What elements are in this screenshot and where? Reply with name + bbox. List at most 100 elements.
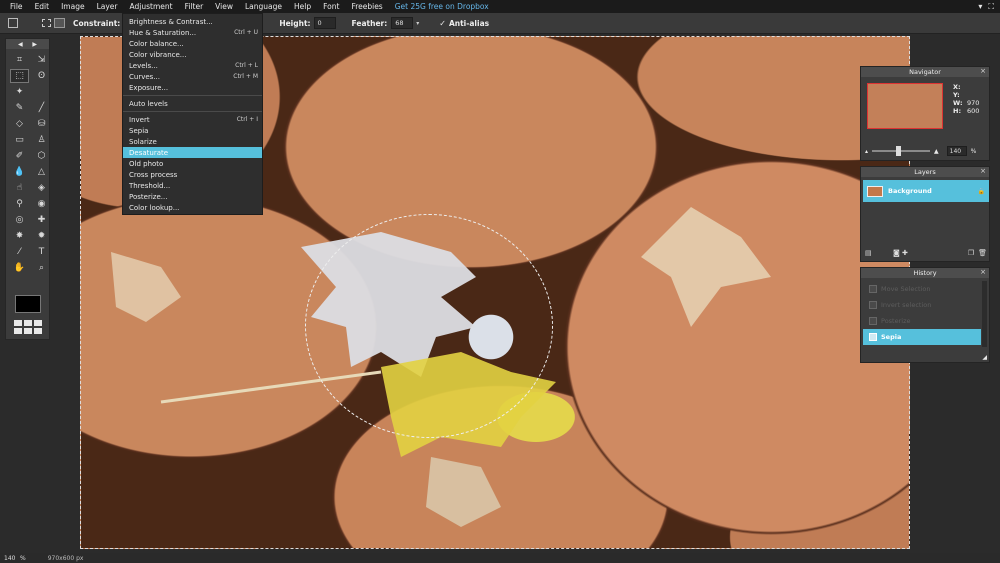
menu-item-posterize[interactable]: Posterize... [123,191,262,202]
zoom-tool-icon[interactable]: ⌕ [32,261,51,275]
menu-item-cross-process[interactable]: Cross process [123,169,262,180]
menu-filter[interactable]: Filter [185,2,204,11]
history-item[interactable]: Invert selection [863,297,981,313]
menu-item-curves[interactable]: Curves... Ctrl + M [123,71,262,82]
menu-freebies[interactable]: Freebies [351,2,382,11]
history-item-selected[interactable]: Sepia [863,329,981,345]
sponge-tool-icon[interactable]: ◈ [32,181,51,195]
tool-preset-icon[interactable] [8,18,18,28]
layer-settings-icon[interactable]: ▤ [865,249,872,259]
blur-tool-icon[interactable]: 💧 [10,165,29,179]
marquee-tool-icon[interactable]: ⬚ [10,69,29,83]
menu-item-threshold[interactable]: Threshold... [123,180,262,191]
zoom-out-icon[interactable]: ▴ [865,148,868,155]
blank-tool-slot [32,85,51,99]
resize-grip-icon[interactable]: ◢ [982,354,987,361]
height-input[interactable]: 0 [313,17,336,29]
menu-layer[interactable]: Layer [97,2,118,11]
history-item[interactable]: Move Selection [863,281,981,297]
feather-dropdown-icon[interactable]: ▾ [416,20,419,27]
menu-item-desaturate[interactable]: Desaturate [123,147,262,158]
feather-input[interactable]: 68 [391,17,414,29]
menu-font[interactable]: Font [323,2,339,11]
type-tool-icon[interactable]: T [32,245,51,259]
close-icon[interactable]: × [980,268,986,276]
menu-item-old-photo[interactable]: Old photo [123,158,262,169]
gradient-tool-icon[interactable]: ▭ [10,133,29,147]
menu-item-invert[interactable]: Invert Ctrl + I [123,114,262,125]
menu-item-solarize[interactable]: Solarize [123,136,262,147]
pinch-tool-icon[interactable]: ✹ [32,229,51,243]
burn-tool-icon[interactable]: ◉ [32,197,51,211]
redeye-tool-icon[interactable]: ◎ [10,213,29,227]
history-header[interactable]: History × [861,268,989,278]
navigator-header[interactable]: Navigator × [861,67,989,77]
menu-edit[interactable]: Edit [35,2,50,11]
menu-item-color-lookup[interactable]: Color lookup... [123,202,262,213]
antialias-label: Anti-alias [448,18,490,28]
zoom-in-icon[interactable]: ▲ [934,148,939,155]
pencil-tool-icon[interactable]: ✎ [10,101,29,115]
smudge-tool-icon[interactable]: ☝ [10,181,29,195]
history-step-icon [869,333,877,341]
history-scrollbar[interactable] [982,281,987,347]
menu-item-brightness-contrast[interactable]: Brightness & Contrast... [123,16,262,27]
menu-item-exposure[interactable]: Exposure... [123,82,262,93]
new-layer-icon[interactable]: ❐ [968,249,974,259]
drawing-tool-icon[interactable]: ⬡ [32,149,51,163]
zoom-slider[interactable] [872,146,931,156]
rect-select-mode-icon[interactable] [42,19,51,27]
color-replace-icon[interactable]: ✐ [10,149,29,163]
hand-tool-icon[interactable]: ✋ [10,261,29,275]
menu-image[interactable]: Image [61,2,85,11]
menu-adjustment[interactable]: Adjustment [130,2,173,11]
menu-item-auto-levels[interactable]: Auto levels [123,98,262,109]
menu-item-sepia[interactable]: Sepia [123,125,262,136]
wand-tool-icon[interactable]: ✦ [10,85,29,99]
layer-mask-icon[interactable]: ◙ ✚ [893,249,908,259]
fullscreen-icon[interactable]: ⛶ [988,2,994,12]
grid-icon[interactable] [14,320,42,334]
sharpen-tool-icon[interactable]: △ [32,165,51,179]
antialias-checkbox[interactable]: ✓ [439,19,446,28]
status-bar: 140 % 970x600 px [0,553,1000,563]
menu-separator [123,111,262,112]
close-icon[interactable]: × [980,167,986,175]
menu-item-levels[interactable]: Levels... Ctrl + L [123,60,262,71]
lasso-tool-icon[interactable]: ʘ [32,69,51,83]
layer-row[interactable]: Background 🔒 [863,180,989,202]
crop-tool-icon[interactable]: ⌗ [10,53,29,67]
layers-header[interactable]: Layers × [861,167,989,177]
menu-item-color-balance[interactable]: Color balance... [123,38,262,49]
bloat-tool-icon[interactable]: ✸ [10,229,29,243]
zoom-slider-knob[interactable] [896,146,902,156]
move-tool-icon[interactable]: ⇲ [32,53,51,67]
dodge-tool-icon[interactable]: ⚲ [10,197,29,211]
menu-item-color-vibrance[interactable]: Color vibrance... [123,49,262,60]
brush-tool-icon[interactable]: ╱ [32,101,51,115]
menu-view[interactable]: View [215,2,233,11]
collapse-icon[interactable]: ▾ [978,2,982,11]
bucket-tool-icon[interactable]: ⛁ [32,117,51,131]
status-zoom[interactable]: 140 [4,555,16,562]
close-icon[interactable]: × [980,67,986,75]
arrow-left-icon[interactable]: ◀ [18,41,23,48]
navigator-thumbnail[interactable] [867,83,943,129]
stamp-tool-icon[interactable]: ♙ [32,133,51,147]
spot-heal-icon[interactable]: ✚ [32,213,51,227]
rect-select-mode-alt-icon[interactable] [54,18,65,28]
tool-palette-header[interactable]: ◀ ▶ [6,39,49,49]
color-swatch[interactable] [15,295,41,313]
menu-file[interactable]: File [10,2,23,11]
menu-help[interactable]: Help [294,2,311,11]
dropbox-promo-link[interactable]: Get 25G free on Dropbox [395,2,489,11]
arrow-right-icon[interactable]: ▶ [32,41,37,48]
menu-language[interactable]: Language [245,2,282,11]
zoom-input[interactable]: 140 [946,146,967,156]
navigator-title: Navigator [909,68,941,76]
history-item[interactable]: Posterize [863,313,981,329]
color-picker-icon[interactable]: ⁄ [10,245,29,259]
eraser-tool-icon[interactable]: ◇ [10,117,29,131]
delete-layer-icon[interactable]: 🗑 [978,249,987,259]
menu-item-hue-saturation[interactable]: Hue & Saturation... Ctrl + U [123,27,262,38]
